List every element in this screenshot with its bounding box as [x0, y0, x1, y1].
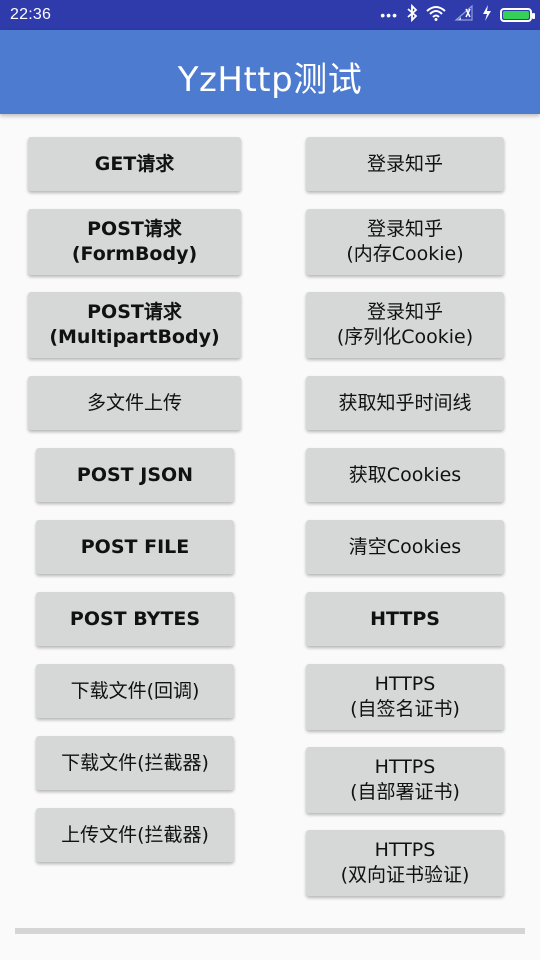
get-cookies-button[interactable]: 获取Cookies: [306, 448, 504, 502]
battery-tip: [532, 13, 535, 19]
app-toolbar: YzHttp测试: [0, 30, 540, 114]
bottom-scroll-indicator: [15, 928, 525, 934]
multi-file-upload-button[interactable]: 多文件上传: [28, 376, 241, 430]
https-self-deployed-button[interactable]: HTTPS (自部署证书): [306, 747, 504, 813]
zhihu-login-button[interactable]: 登录知乎: [306, 137, 504, 191]
post-multipart-button[interactable]: POST请求 (MultipartBody): [28, 292, 241, 358]
post-formbody-button[interactable]: POST请求 (FormBody): [28, 209, 241, 275]
get-request-button[interactable]: GET请求: [28, 137, 241, 191]
zhihu-timeline-button[interactable]: 获取知乎时间线: [306, 376, 504, 430]
post-json-button[interactable]: POST JSON: [36, 448, 234, 502]
status-bar: 22:36 •••: [0, 0, 540, 30]
more-dots-icon: •••: [380, 7, 398, 23]
download-interceptor-button[interactable]: 下载文件(拦截器): [36, 736, 234, 790]
https-button[interactable]: HTTPS: [306, 592, 504, 646]
bluetooth-icon: [406, 3, 418, 27]
status-icons: •••: [380, 3, 535, 27]
signal-icon: [454, 4, 474, 26]
zhihu-login-serialized-cookie-button[interactable]: 登录知乎 (序列化Cookie): [306, 292, 504, 358]
app-title: YzHttp测试: [177, 60, 363, 100]
charging-icon: [482, 4, 492, 26]
zhihu-login-memory-cookie-button[interactable]: 登录知乎 (内存Cookie): [306, 209, 504, 275]
battery-icon: [500, 8, 535, 22]
https-mutual-auth-button[interactable]: HTTPS (双向证书验证): [306, 830, 504, 896]
status-time: 22:36: [10, 6, 52, 23]
post-bytes-button[interactable]: POST BYTES: [36, 592, 234, 646]
post-file-button[interactable]: POST FILE: [36, 520, 234, 574]
upload-interceptor-button[interactable]: 上传文件(拦截器): [36, 808, 234, 862]
https-self-signed-button[interactable]: HTTPS (自签名证书): [306, 664, 504, 730]
download-callback-button[interactable]: 下载文件(回调): [36, 664, 234, 718]
clear-cookies-button[interactable]: 清空Cookies: [306, 520, 504, 574]
battery-level: [503, 11, 529, 19]
wifi-icon: [426, 5, 446, 26]
